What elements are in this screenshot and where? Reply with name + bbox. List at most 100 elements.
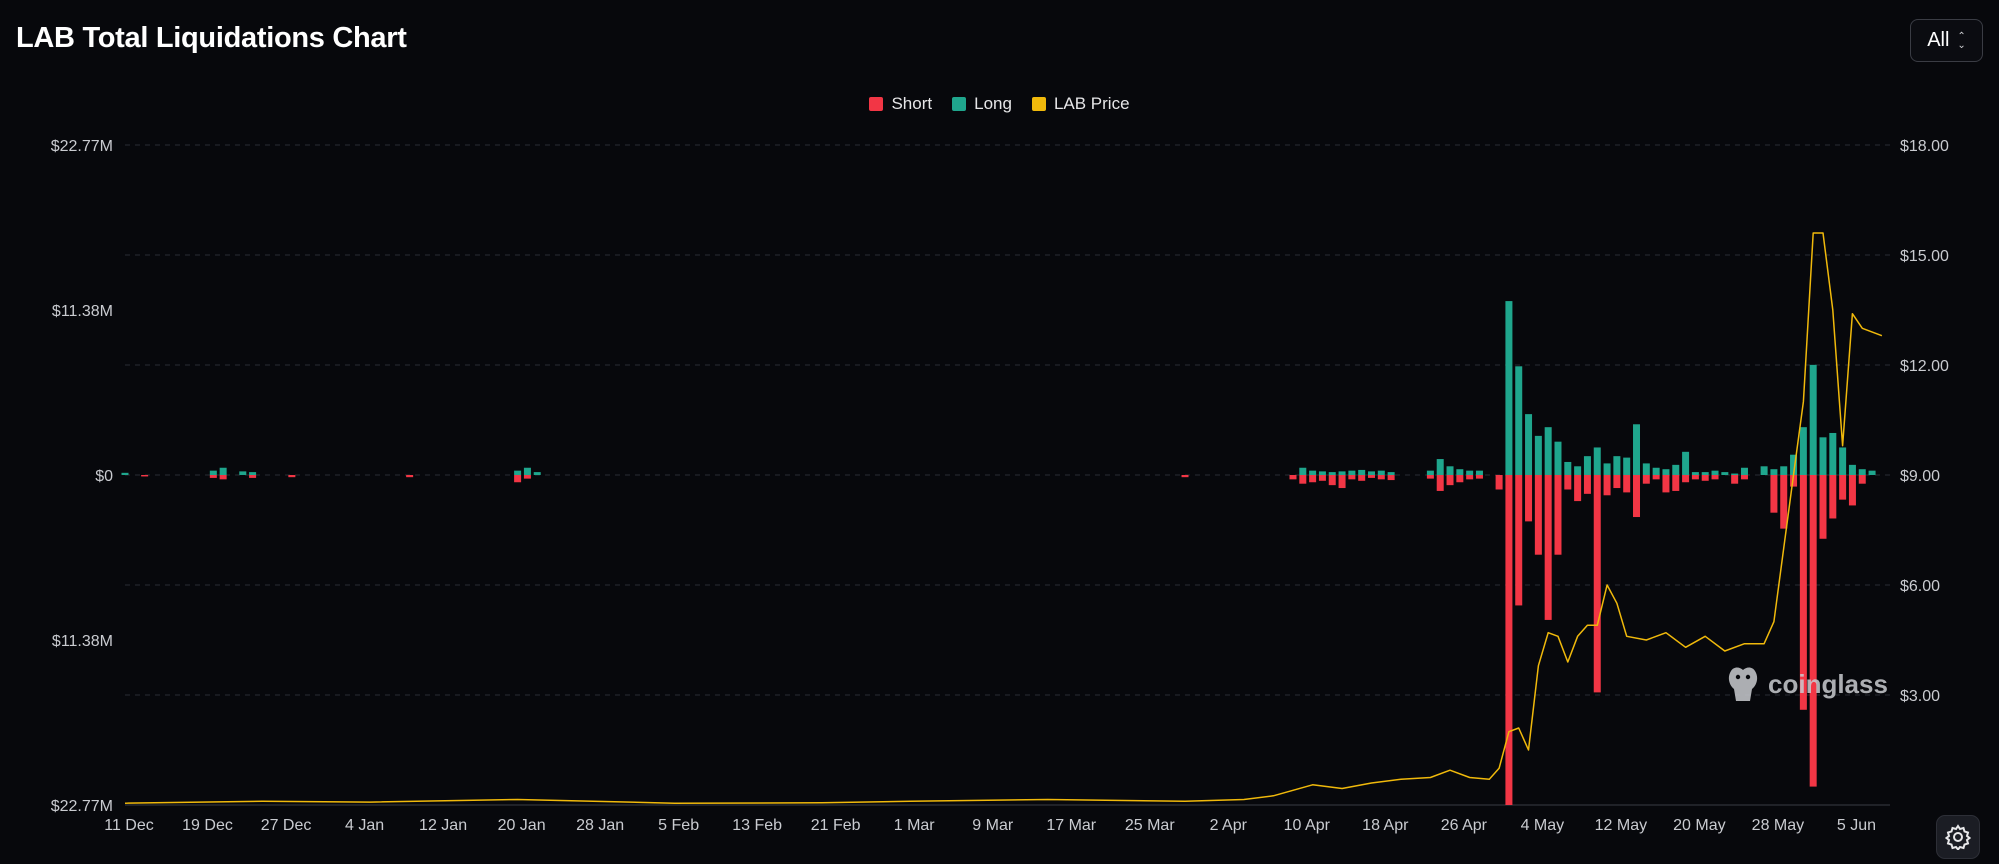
short-bar [1829, 475, 1837, 519]
short-bar [1731, 475, 1739, 484]
x-axis-tick-label: 4 May [1521, 817, 1565, 834]
x-axis-tick-label: 17 Mar [1046, 817, 1096, 834]
long-bar [1672, 464, 1680, 475]
short-bar [406, 475, 414, 478]
left-axis-tick-label: $22.77M [51, 138, 113, 155]
x-axis-tick-label: 12 May [1595, 817, 1647, 834]
long-bar [1633, 424, 1641, 475]
long-bar [1593, 447, 1601, 475]
long-bar [1554, 441, 1562, 475]
settings-button[interactable] [1936, 815, 1980, 859]
long-bar [1348, 470, 1356, 475]
x-axis-tick-label: 5 Feb [658, 817, 699, 834]
short-bar [1770, 475, 1778, 513]
short-bar [1328, 475, 1336, 486]
short-bar [1426, 475, 1434, 479]
long-bar [1623, 457, 1631, 475]
x-axis-tick-label: 11 Dec [104, 817, 154, 834]
long-bar [1318, 471, 1326, 475]
long-bar [1829, 432, 1837, 475]
long-bar [249, 472, 257, 475]
short-bar [288, 475, 296, 478]
long-bar [1731, 473, 1739, 475]
short-bar [1809, 475, 1817, 787]
x-axis-tick-label: 9 Mar [972, 817, 1014, 834]
short-bar [1515, 475, 1523, 606]
long-bar [1505, 301, 1513, 475]
long-bar [239, 471, 247, 475]
coinglass-logo-icon [1728, 667, 1758, 701]
short-bar [1525, 475, 1533, 522]
left-axis-tick-label: $11.38M [52, 633, 113, 650]
short-bar [1682, 475, 1690, 483]
left-axis-tick-label: $22.77M [51, 798, 113, 815]
short-bar [1309, 475, 1317, 483]
long-bar [1682, 451, 1690, 475]
long-bar [1515, 366, 1523, 475]
short-bar [1456, 475, 1464, 483]
long-bar [533, 472, 541, 475]
long-bar [1701, 472, 1709, 475]
short-bar [1603, 475, 1611, 496]
short-bar [1299, 475, 1307, 484]
long-bar [1309, 470, 1317, 475]
long-bar [209, 470, 217, 475]
short-bar [1780, 475, 1788, 529]
long-bar [1603, 463, 1611, 475]
long-bar [1475, 470, 1483, 475]
short-bar [1642, 475, 1650, 484]
left-axis-tick-label: $0 [95, 468, 113, 485]
short-bar [1691, 475, 1699, 480]
long-bar [1848, 464, 1856, 475]
short-bar [141, 475, 149, 477]
x-axis-tick-label: 13 Feb [732, 817, 782, 834]
long-bar [1387, 472, 1395, 475]
short-bar [1387, 475, 1395, 481]
long-bar [1858, 469, 1866, 475]
x-axis-tick-label: 26 Apr [1441, 817, 1488, 834]
short-bar [1466, 475, 1474, 480]
right-axis-tick-label: $18.00 [1900, 138, 1949, 155]
short-bar [1436, 475, 1444, 491]
x-axis-tick-label: 25 Mar [1125, 817, 1175, 834]
short-bar [249, 475, 257, 478]
x-axis-tick-label: 20 May [1673, 817, 1725, 834]
x-axis-tick-label: 4 Jan [345, 817, 384, 834]
short-bar [1318, 475, 1326, 481]
liquidations-chart: $18.00 $15.00 $12.00 $9.00 $6.00 $3.00 $22.77M… [51, 138, 1949, 834]
x-axis-tick-label: 2 Apr [1210, 817, 1248, 834]
short-bar [514, 475, 522, 483]
long-bar [1740, 467, 1748, 475]
long-bar [1760, 466, 1768, 475]
long-bar [1780, 466, 1788, 475]
long-bar [121, 472, 129, 475]
short-bar [1358, 475, 1366, 481]
x-axis-tick-label: 19 Dec [182, 817, 233, 834]
x-axis-tick-label: 20 Jan [498, 817, 546, 834]
long-bar [1377, 470, 1385, 475]
short-bar [523, 475, 531, 479]
long-bar [1799, 427, 1807, 475]
long-bar [1436, 459, 1444, 475]
short-bar [1181, 475, 1189, 478]
short-bar [1495, 475, 1503, 490]
x-axis-tick-label: 21 Feb [811, 817, 861, 834]
long-bar [1613, 456, 1621, 475]
long-bar [1534, 435, 1542, 475]
x-axis-tick-label: 1 Mar [894, 817, 936, 834]
long-bar [1338, 471, 1346, 475]
short-bar [1701, 475, 1709, 481]
short-bar [1505, 475, 1513, 805]
short-bar [1446, 475, 1454, 486]
short-bar [1554, 475, 1562, 555]
short-bar [219, 475, 227, 480]
short-bar [1662, 475, 1670, 493]
long-bar [1328, 472, 1336, 475]
long-bar [1525, 414, 1533, 475]
long-bar [1819, 437, 1827, 475]
long-bar [1652, 467, 1660, 475]
long-bar [1839, 447, 1847, 475]
right-axis-tick-label: $9.00 [1900, 468, 1940, 485]
x-axis-tick-label: 27 Dec [261, 817, 312, 834]
short-bar [1338, 475, 1346, 489]
